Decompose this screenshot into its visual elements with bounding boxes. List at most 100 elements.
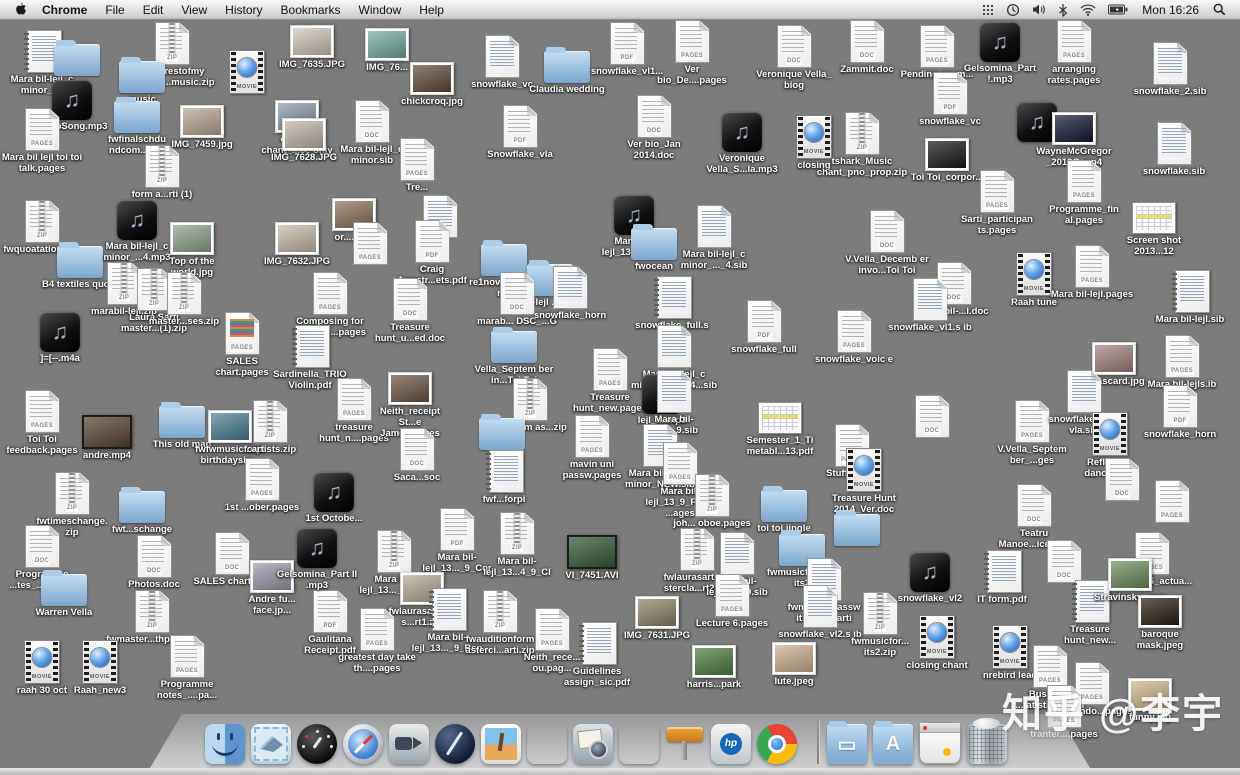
dock-item-dashboard[interactable] [297,724,337,764]
menu-clock[interactable]: Mon 16:26 [1142,3,1199,17]
battery-icon[interactable] [1108,4,1128,15]
desktop-icon-vid[interactable]: andre.mp4 [65,415,149,461]
menu-edit[interactable]: Edit [134,3,173,17]
desktop-icon-pages[interactable]: PAGESLecture 6.pages [690,574,774,629]
dock-item-keynote[interactable] [665,724,705,764]
desktop-icon-pages[interactable]: PAGES [1130,480,1214,523]
menu-window[interactable]: Window [350,3,411,17]
desktop-icon-pages[interactable]: PAGESMara bil-lejls.ib [1140,335,1224,390]
desktop-icon-zip[interactable]: ZIPjoh... oboe.pages [670,474,754,529]
desktop-icon-photo[interactable]: harris...park [672,645,756,690]
desktop-icon-pages[interactable]: PAGESVer bio_De....pages [650,20,734,86]
desktop-icon-pages[interactable]: PAGESSarti_participan ts.pages [955,170,1039,236]
desktop-icon-pdf[interactable]: PDFSnowflake_vla [478,105,562,160]
desktop-icon-zip[interactable]: ZIPMara bil-lejl_13...4_9_Cl [475,512,559,578]
music-file-icon: ♫ [722,112,762,152]
dock-item-mail[interactable] [251,724,291,764]
desktop-icon-movie[interactable]: MOVIEclosing chant [895,615,979,671]
desktop-icon-spiral[interactable]: Mara bil-lejl.sib [1148,270,1232,325]
dock-item-finder[interactable] [205,724,245,764]
desktop-icon-sheet[interactable]: Screen shot 2013...12 [1112,202,1196,257]
desktop-icon-vid[interactable]: VI_7451.AVI [550,535,634,581]
desktop-icon-folder[interactable]: Vella_Septem ber in...Toi Toi [472,325,556,386]
desktop-icon-mp3[interactable]: ♫Gelsomina_Part II .mp3 [275,528,359,591]
dock-item-aperture[interactable] [573,724,613,764]
bluetooth-icon[interactable] [1058,3,1068,17]
apple-menu[interactable] [14,2,27,17]
desktop-icon-pages[interactable]: PAGESTre... [375,138,459,193]
desktop-icon-photo[interactable]: baroque mask.jpeg [1118,595,1202,651]
dock-item-chrome[interactable] [757,724,797,764]
menu-help[interactable]: Help [410,3,453,17]
desktop-icon-pages[interactable]: PAGESarranging rates.pages [1032,20,1116,86]
menu-view[interactable]: View [172,3,216,17]
desktop-icon-pdf[interactable]: PDFsnowflake_vc [908,72,992,127]
desktop-icon-spiral[interactable]: fwf...forpi [462,450,546,505]
desktop-icon-sib[interactable]: snowflake_2.sib [1128,42,1212,97]
desktop-icon-doc[interactable]: DOCTreasure hunt_u...ed.doc [368,278,452,344]
desktop-icon-folder[interactable]: fwt...schange [100,485,184,535]
dock-item-folder-applications[interactable]: A [873,724,913,764]
desktop-icon-doc[interactable]: DOCSaca...soc [375,428,459,483]
desktop-icon-pages[interactable]: PAGESMara bil lejl toi toi talk.pages [0,108,84,174]
wifi-icon[interactable] [1080,4,1096,16]
grid-icon[interactable] [982,4,994,16]
menu-file[interactable]: File [96,3,133,17]
pages-file-icon: PAGES [337,378,372,421]
desktop-icon-pages[interactable]: PAGESsnowflake_voic e [812,310,896,365]
desktop-icon-sib[interactable]: snowflake_horn [528,266,612,321]
desktop-icon-doc[interactable]: DOCPhotos.doc [112,535,196,590]
dock-item-hp-printer[interactable]: hp [711,724,751,764]
desktop-icon-movie[interactable]: MOVIETreasure Hunt 2014_Ver.doc [822,448,906,515]
desktop-icon-doc[interactable]: DOCVeronique Vella_ biog [752,25,836,91]
desktop-icon-photo[interactable]: IMG_7459.jpg [160,105,244,150]
desktop-icon-zip[interactable]: ZIP...artists.zip [228,400,312,455]
desktop-icon-zip[interactable]: ZIPform a...rti (1) [120,145,204,200]
dock-item-folder-documents[interactable]: ▭ [827,724,867,764]
desktop-icon-mp3[interactable]: ♫]=[--.m4a [18,312,102,364]
desktop-icon-movie[interactable]: MOVIERaah_new3 [58,640,142,696]
desktop-icon-sib[interactable]: Mara bil-lejl_c minor_..._4.sib [672,205,756,271]
pages-file-icon: PAGES [980,170,1015,213]
documents-glyph: ▭ [827,724,867,764]
dock-item-downloads[interactable] [919,722,961,764]
desktop-icon-doc[interactable]: DOCVer bio_Jan 2014.doc [612,95,696,161]
dock-item-photo-booth[interactable] [527,724,567,764]
dock-item-iphoto[interactable] [481,724,521,764]
doc-file-icon: DOC [25,525,60,568]
sync-icon[interactable] [1006,3,1020,17]
desktop-icon-photo[interactable]: IMG_7631.JPG [615,596,699,641]
desktop-icon-folder[interactable]: toi toi jingle [742,484,826,534]
video-thumbnail-icon [567,535,617,569]
desktop-icon-pages[interactable]: PAGESProgramme notes_....pa... [145,635,229,701]
dock-item-trash[interactable] [967,724,1007,764]
desktop-icon-label: Gelsomina_Part II .mp3 [275,569,359,591]
dock-item-safari[interactable] [343,724,383,764]
doc-file-icon: DOC [1047,540,1082,583]
desktop-icon-photo[interactable]: lute.jpeg [752,642,836,687]
desktop-icon-zip[interactable]: ZIPtshark_Music chant_pno_prop.zip [820,112,904,178]
desktop-icon-sib[interactable]: snowflake_vl1.s ib [888,278,972,333]
desktop-icon-folder[interactable] [460,412,544,450]
desktop-icon-folder[interactable]: Warren Vella [22,568,106,618]
active-app-menu[interactable]: Chrome [33,0,96,20]
dock-item-time-machine[interactable] [619,724,659,764]
menu-history[interactable]: History [216,3,271,17]
desktop-icon-label: IMG_7631.JPG [624,630,690,641]
spiral-file-icon [657,276,692,319]
menu-bookmarks[interactable]: Bookmarks [272,3,350,17]
volume-icon[interactable] [1032,3,1046,16]
desktop-icon-label: Mara bil-lejl_13...4_9_Cl [475,556,559,578]
dock-item-facetime[interactable] [389,724,429,764]
desktop-icon-pdf[interactable]: PDFsnowflake_horn [1138,385,1222,440]
desktop-icon-pdf[interactable]: PDFsnowflake_full [722,300,806,355]
desktop-icon-sib[interactable]: snowflake.sib [1132,122,1216,177]
desktop-icon-photo[interactable]: IMG_7628.JPG [262,118,346,163]
dock-item-sibelius[interactable] [435,724,475,764]
desktop-icon-mp3[interactable]: ♫1st Octobe... [292,472,376,524]
spotlight-icon[interactable] [1213,3,1226,16]
pages-file-icon: PAGES [715,574,750,617]
desktop-icon-photo[interactable]: IMG_7635.JPG [270,25,354,70]
desktop-icon-pages[interactable]: PAGESmavin uni passw.pages [550,415,634,481]
desktop-icon-doc[interactable]: DOC [890,395,974,438]
